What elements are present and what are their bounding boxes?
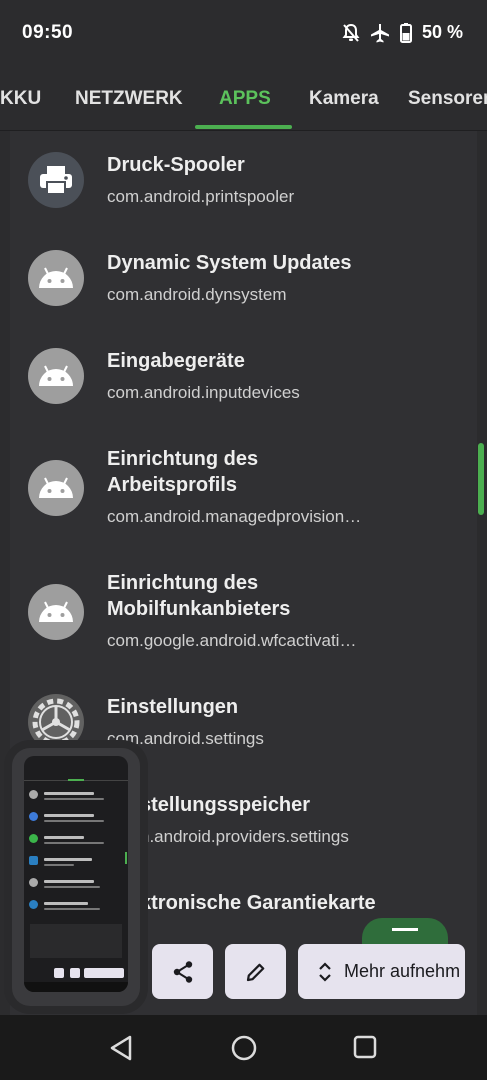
battery-percent: 50 % (421, 22, 463, 42)
notifications-off-icon (342, 23, 360, 42)
tab-kamera[interactable]: Kamera (309, 88, 379, 110)
status-bar: 09:50 50 % (0, 0, 487, 64)
settings-gear-icon (28, 694, 84, 750)
android-icon (28, 348, 84, 404)
tab-akku[interactable]: KKU (0, 88, 41, 110)
back-icon[interactable] (109, 1035, 133, 1061)
status-icons: 50 % (342, 22, 463, 43)
app-name: Einstellungen (107, 696, 239, 718)
app-package: com.android.dynsystem (107, 285, 287, 304)
capture-more-button[interactable]: Mehr aufnehm (298, 944, 465, 999)
list-item[interactable]: Dynamic System Updates com.android.dynsy… (10, 229, 477, 327)
share-icon (173, 960, 192, 983)
list-item[interactable]: Einrichtung des Mobilfunkanbieters com.g… (10, 549, 477, 673)
list-item[interactable]: Einrichtung des Arbeitsprofils com.andro… (10, 425, 477, 549)
app-package: com.android.managedprovision… (107, 507, 362, 526)
app-name: Einrichtung des Mobilfunkanbieters (107, 572, 291, 620)
scrollbar-track (477, 131, 487, 1015)
active-tab-indicator (195, 125, 292, 129)
printer-icon (28, 152, 84, 208)
capture-more-label: Mehr aufnehm (344, 961, 461, 981)
app-name: Dynamic System Updates (107, 252, 352, 274)
edit-icon (246, 963, 264, 981)
app-package: n.android.providers.settings (140, 827, 349, 846)
tab-sensoren[interactable]: Sensoren (408, 88, 487, 110)
app-package: com.android.inputdevices (107, 383, 300, 402)
android-icon (28, 460, 84, 516)
home-icon[interactable] (231, 1035, 257, 1061)
android-icon (28, 250, 84, 306)
app-name: Eingabegeräte (107, 350, 245, 372)
scrollbar-thumb[interactable] (478, 443, 484, 515)
status-time: 09:50 (22, 22, 74, 43)
battery-icon (399, 22, 412, 43)
list-item[interactable]: Eingabegeräte com.android.inputdevices (10, 327, 477, 425)
app-package: com.android.settings (107, 729, 264, 748)
edit-button[interactable] (225, 944, 286, 999)
recents-icon[interactable] (353, 1035, 377, 1059)
app-name: Druck-Spooler (107, 154, 245, 176)
android-icon (28, 584, 84, 640)
tab-bar: KKU NETZWERK APPS Kamera Sensoren (0, 64, 487, 131)
app-package: com.google.android.wfcactivati… (107, 631, 357, 650)
tab-apps[interactable]: APPS (219, 88, 271, 110)
tab-netzwerk[interactable]: NETZWERK (75, 88, 183, 110)
airplane-mode-icon (370, 23, 389, 42)
thumbnail-screen (24, 756, 128, 992)
expand-vertical-icon (319, 961, 331, 982)
app-name: stellungsspeicher (140, 794, 311, 816)
app-package: com.android.printspooler (107, 187, 295, 206)
app-name: Einrichtung des Arbeitsprofils (107, 448, 259, 496)
app-name: ktronische Garantiekarte (140, 892, 376, 914)
navigation-bar (0, 1015, 487, 1080)
screenshot-thumbnail[interactable] (12, 748, 140, 1006)
share-button[interactable] (152, 944, 213, 999)
list-item[interactable]: Druck-Spooler com.android.printspooler (10, 131, 477, 229)
